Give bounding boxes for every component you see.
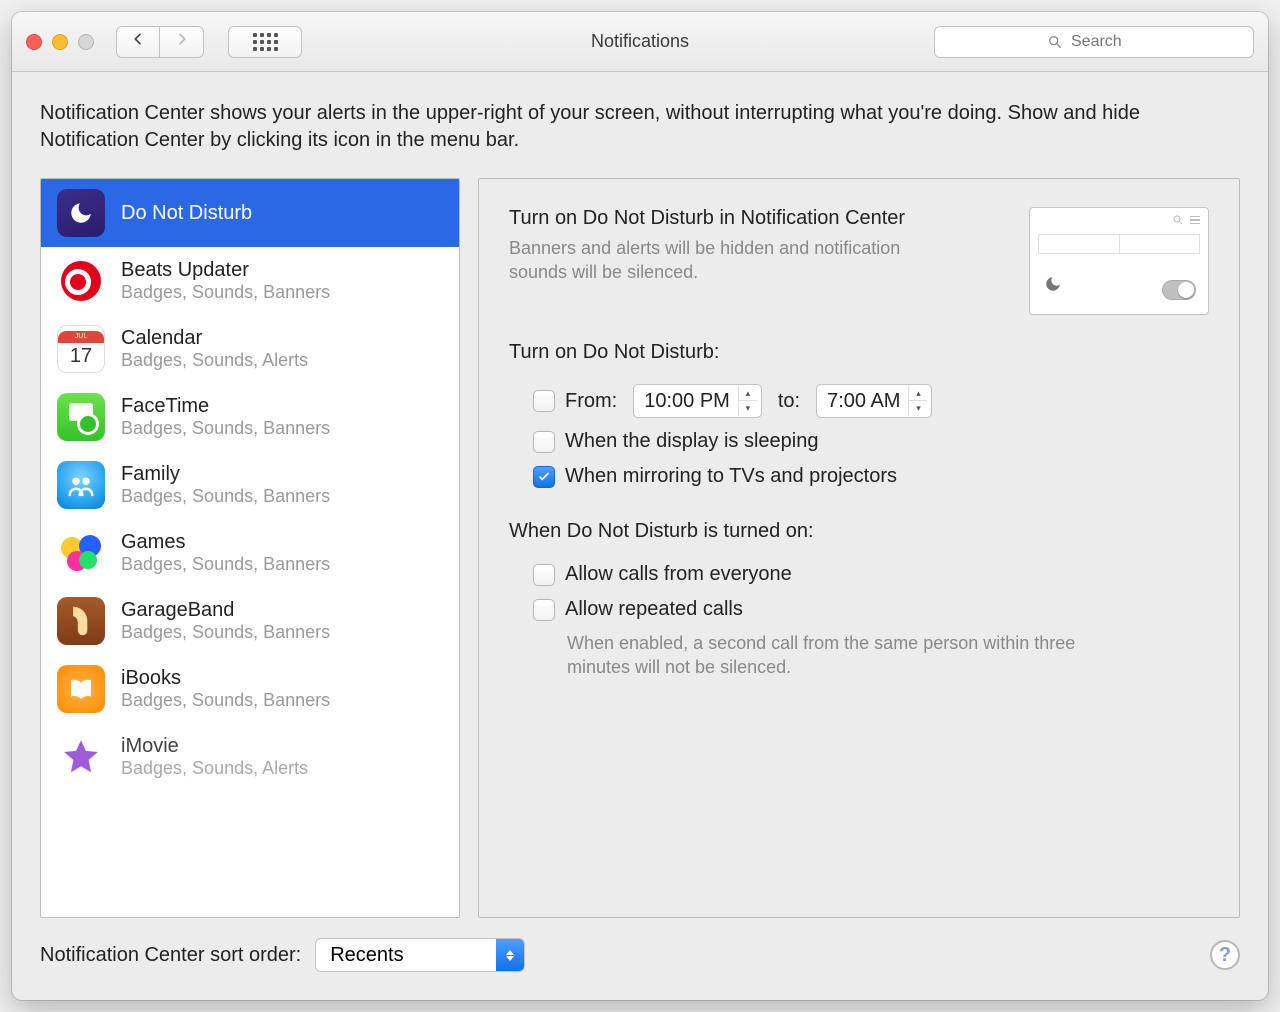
footer: Notification Center sort order: Recents … (40, 934, 1240, 972)
app-name: Calendar (121, 327, 308, 350)
list-icon (1190, 216, 1200, 225)
display-sleeping-row: When the display is sleeping (509, 424, 1209, 459)
checkbox-mirroring[interactable] (533, 466, 555, 488)
show-all-button[interactable] (228, 26, 302, 58)
notification-center-preview (1029, 207, 1209, 315)
app-sub: Badges, Sounds, Banners (121, 486, 330, 507)
app-sub: Badges, Sounds, Alerts (121, 758, 308, 779)
stepper-from[interactable]: ▴▾ (738, 386, 757, 416)
search-icon (1172, 214, 1184, 226)
app-name: iBooks (121, 667, 330, 690)
mirroring-row: When mirroring to TVs and projectors (509, 459, 1209, 494)
allow-repeated-label: Allow repeated calls (565, 598, 743, 621)
forward-button[interactable] (160, 26, 204, 58)
app-name: FaceTime (121, 395, 330, 418)
time-from-field[interactable]: 10:00 PM ▴▾ (633, 384, 762, 418)
sidebar-item-imovie[interactable]: iMovie Badges, Sounds, Alerts (41, 723, 459, 791)
beats-icon (57, 257, 105, 305)
time-to-value: 7:00 AM (827, 390, 900, 413)
app-sub: Badges, Sounds, Banners (121, 418, 330, 439)
section-heading: When Do Not Disturb is turned on: (509, 520, 1209, 543)
game-center-icon (57, 529, 105, 577)
calendar-icon: JUL 17 (57, 325, 105, 373)
nav-back-forward (116, 26, 204, 58)
display-sleeping-label: When the display is sleeping (565, 430, 818, 453)
titlebar: Notifications (12, 12, 1268, 72)
allow-everyone-row: Allow calls from everyone (509, 557, 1209, 592)
app-name: Games (121, 531, 330, 554)
app-sub: Badges, Sounds, Banners (121, 622, 330, 643)
checkbox-allow-everyone[interactable] (533, 564, 555, 586)
to-label: to: (778, 390, 800, 413)
split-panes: Do Not Disturb Beats Updater Badges, Sou… (40, 178, 1240, 918)
sidebar-item-garageband[interactable]: GarageBand Badges, Sounds, Banners (41, 587, 459, 655)
detail-title: Turn on Do Not Disturb in Notification C… (509, 207, 949, 230)
imovie-icon (57, 733, 105, 781)
sidebar-item-do-not-disturb[interactable]: Do Not Disturb (41, 179, 459, 247)
search-input[interactable] (1071, 33, 1141, 51)
app-list[interactable]: Do Not Disturb Beats Updater Badges, Sou… (40, 178, 460, 918)
checkbox-schedule[interactable] (533, 390, 555, 412)
ibooks-icon (57, 665, 105, 713)
help-button[interactable]: ? (1210, 940, 1240, 970)
sidebar-item-beats-updater[interactable]: Beats Updater Badges, Sounds, Banners (41, 247, 459, 315)
app-name: Family (121, 463, 330, 486)
window-minimize-button[interactable] (52, 34, 68, 50)
search-field[interactable] (934, 26, 1254, 58)
app-name: Do Not Disturb (121, 202, 252, 225)
checkbox-display-sleeping[interactable] (533, 431, 555, 453)
section-heading: Turn on Do Not Disturb: (509, 341, 1209, 364)
detail-subtitle: Banners and alerts will be hidden and no… (509, 236, 949, 285)
chevron-right-icon (174, 31, 190, 47)
app-name: iMovie (121, 735, 308, 758)
app-sub: Badges, Sounds, Alerts (121, 350, 308, 371)
from-label: From: (565, 390, 617, 413)
content-area: Notification Center shows your alerts in… (12, 72, 1268, 1000)
back-button[interactable] (116, 26, 160, 58)
traffic-lights (26, 34, 94, 50)
time-from-value: 10:00 PM (644, 390, 730, 413)
moon-icon (1044, 275, 1062, 298)
app-sub: Badges, Sounds, Banners (121, 282, 330, 303)
sidebar-item-calendar[interactable]: JUL 17 Calendar Badges, Sounds, Alerts (41, 315, 459, 383)
allow-everyone-label: Allow calls from everyone (565, 563, 792, 586)
window-zoom-button[interactable] (78, 34, 94, 50)
app-sub: Badges, Sounds, Banners (121, 690, 330, 711)
app-name: GarageBand (121, 599, 330, 622)
detail-pane: Turn on Do Not Disturb in Notification C… (478, 178, 1240, 918)
allow-repeated-row: Allow repeated calls (509, 592, 1209, 627)
search-icon (1047, 34, 1063, 50)
sort-order-value: Recents (316, 944, 496, 967)
chevron-left-icon (130, 31, 146, 47)
check-icon (537, 470, 551, 484)
family-icon (57, 461, 105, 509)
sort-order-label: Notification Center sort order: (40, 944, 301, 967)
repeated-hint: When enabled, a second call from the sam… (509, 631, 1129, 680)
sort-order-select[interactable]: Recents (315, 938, 525, 972)
mirroring-label: When mirroring to TVs and projectors (565, 465, 897, 488)
app-name: Beats Updater (121, 259, 330, 282)
preferences-window: Notifications Notification Center shows … (12, 12, 1268, 1000)
time-to-field[interactable]: 7:00 AM ▴▾ (816, 384, 932, 418)
grid-icon (253, 33, 278, 51)
facetime-icon (57, 393, 105, 441)
toggle-icon (1162, 280, 1196, 300)
garageband-icon (57, 597, 105, 645)
sidebar-item-ibooks[interactable]: iBooks Badges, Sounds, Banners (41, 655, 459, 723)
moon-icon (57, 189, 105, 237)
stepper-to[interactable]: ▴▾ (908, 386, 927, 416)
checkbox-allow-repeated[interactable] (533, 599, 555, 621)
app-sub: Badges, Sounds, Banners (121, 554, 330, 575)
sidebar-item-games[interactable]: Games Badges, Sounds, Banners (41, 519, 459, 587)
intro-text: Notification Center shows your alerts in… (40, 100, 1240, 154)
schedule-row: From: 10:00 PM ▴▾ to: 7:00 AM ▴▾ (509, 378, 1209, 424)
sidebar-item-facetime[interactable]: FaceTime Badges, Sounds, Banners (41, 383, 459, 451)
chevron-up-down-icon (496, 939, 524, 971)
sidebar-item-family[interactable]: Family Badges, Sounds, Banners (41, 451, 459, 519)
window-close-button[interactable] (26, 34, 42, 50)
